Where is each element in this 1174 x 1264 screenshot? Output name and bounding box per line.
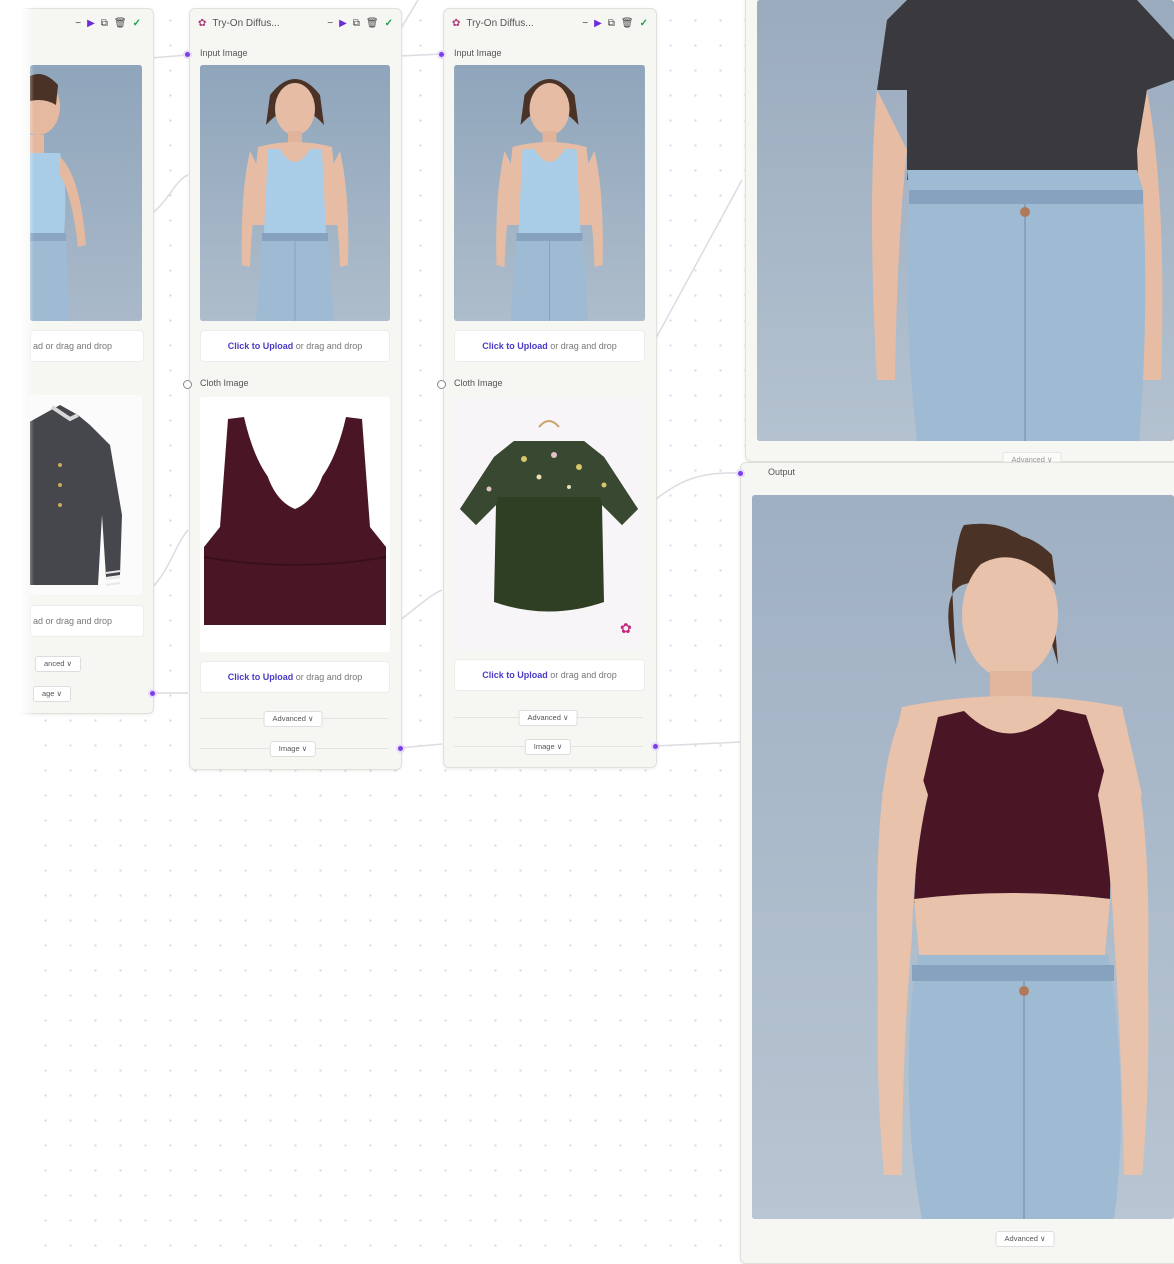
upload-hint: or drag and drop bbox=[547, 670, 617, 680]
advanced-dropdown[interactable]: Advanced ∨ bbox=[263, 711, 323, 727]
advanced-label: Advanced ∨ bbox=[527, 713, 569, 722]
output-label: Output bbox=[768, 467, 796, 477]
image-label: age ∨ bbox=[41, 689, 63, 698]
input-image-preview[interactable] bbox=[200, 65, 390, 321]
click-to-upload-link[interactable]: Click to Upload bbox=[482, 670, 548, 680]
input-image-preview[interactable] bbox=[454, 65, 645, 321]
app-logo-icon: ✿ bbox=[198, 17, 207, 29]
sports-bra-photo bbox=[200, 397, 390, 652]
cloth-image-preview[interactable] bbox=[454, 397, 645, 650]
cloth-image-preview[interactable] bbox=[200, 397, 390, 652]
upload-hint: or drag and drop bbox=[547, 341, 617, 351]
upload-dropzone[interactable]: Click to Upload or drag and drop bbox=[200, 330, 390, 362]
minus-icon[interactable]: − bbox=[75, 18, 81, 29]
advanced-dropdown[interactable]: anced ∨ bbox=[34, 656, 82, 672]
image-label: Image ∨ bbox=[533, 742, 563, 751]
advanced-dropdown[interactable]: Advanced ∨ bbox=[518, 710, 578, 726]
copy-icon[interactable]: ⧉ bbox=[608, 18, 615, 29]
output-image-top[interactable] bbox=[757, 0, 1174, 441]
play-icon[interactable]: ▶ bbox=[339, 18, 347, 29]
upload-hint: or drag and drop bbox=[293, 341, 363, 351]
image-output-dropdown[interactable]: age ∨ bbox=[32, 686, 72, 702]
check-icon[interactable]: ✓ bbox=[640, 18, 648, 29]
woman-tshirt-output-photo bbox=[757, 0, 1174, 441]
advanced-dropdown[interactable]: Advanced ∨ bbox=[995, 1231, 1055, 1247]
click-to-upload-link[interactable]: Click to Upload bbox=[228, 341, 294, 351]
woman-tanktop-photo bbox=[200, 65, 390, 321]
cloth-image-port[interactable] bbox=[183, 380, 192, 389]
play-icon[interactable]: ▶ bbox=[87, 18, 95, 29]
upload-dropzone[interactable]: ad or drag and drop bbox=[30, 330, 144, 362]
knit-cardigan-photo bbox=[30, 395, 142, 595]
woman-tanktop-photo bbox=[30, 65, 142, 321]
node-title[interactable]: Try-On Diffus... bbox=[212, 18, 321, 29]
advanced-label: Advanced ∨ bbox=[272, 714, 314, 723]
upload-dropzone[interactable]: Click to Upload or drag and drop bbox=[454, 659, 645, 691]
trash-icon[interactable]: 🗑 bbox=[366, 18, 379, 29]
check-icon[interactable]: ✓ bbox=[385, 18, 393, 29]
advanced-label: anced ∨ bbox=[43, 659, 73, 668]
copy-icon[interactable]: ⧉ bbox=[101, 18, 108, 29]
copy-icon[interactable]: ⧉ bbox=[353, 18, 360, 29]
output-image[interactable] bbox=[752, 495, 1174, 1219]
click-to-upload-link[interactable]: Click to Upload bbox=[482, 341, 548, 351]
input-image-port[interactable] bbox=[183, 50, 192, 59]
upload-dropzone[interactable]: Click to Upload or drag and drop bbox=[454, 330, 645, 362]
advanced-label: Advanced ∨ bbox=[1004, 1234, 1046, 1243]
upload-dropzone[interactable]: Click to Upload or drag and drop bbox=[200, 661, 390, 693]
cloth-image-label: Cloth Image bbox=[200, 378, 249, 388]
image-output-dropdown[interactable]: Image ∨ bbox=[524, 739, 572, 755]
input-image-label: Input Image bbox=[454, 48, 502, 58]
upload-text: ad or drag and drop bbox=[33, 341, 113, 351]
woman-sportsbra-output-photo bbox=[752, 495, 1174, 1219]
output-port[interactable] bbox=[651, 742, 660, 751]
output-port[interactable] bbox=[396, 744, 405, 753]
minus-icon[interactable]: − bbox=[327, 18, 333, 29]
cloth-image-label: Cloth Image bbox=[454, 378, 503, 388]
output-input-port[interactable] bbox=[736, 469, 745, 478]
upload-hint: or drag and drop bbox=[293, 672, 363, 682]
brand-logo-icon: ✿ bbox=[620, 620, 632, 636]
output-port[interactable] bbox=[148, 689, 157, 698]
woman-tanktop-photo bbox=[454, 65, 645, 321]
upload-text: ad or drag and drop bbox=[33, 616, 113, 626]
canvas-edge-fade bbox=[0, 0, 34, 1256]
image-label: Image ∨ bbox=[278, 744, 308, 753]
input-image-port[interactable] bbox=[437, 50, 446, 59]
app-logo-icon: ✿ bbox=[452, 17, 461, 29]
image-output-dropdown[interactable]: Image ∨ bbox=[269, 741, 317, 757]
minus-icon[interactable]: − bbox=[582, 18, 588, 29]
input-image-preview[interactable] bbox=[30, 65, 142, 321]
trash-icon[interactable]: 🗑 bbox=[114, 18, 127, 29]
floral-blouse-photo bbox=[454, 397, 645, 650]
cloth-image-preview[interactable] bbox=[30, 395, 142, 595]
input-image-label: Input Image bbox=[200, 48, 248, 58]
node-title[interactable]: Try-On Diffus... bbox=[466, 18, 576, 29]
play-icon[interactable]: ▶ bbox=[594, 18, 602, 29]
cloth-image-port[interactable] bbox=[437, 380, 446, 389]
trash-icon[interactable]: 🗑 bbox=[621, 18, 634, 29]
check-icon[interactable]: ✓ bbox=[133, 18, 141, 29]
click-to-upload-link[interactable]: Click to Upload bbox=[228, 672, 294, 682]
upload-dropzone[interactable]: ad or drag and drop bbox=[30, 605, 144, 637]
